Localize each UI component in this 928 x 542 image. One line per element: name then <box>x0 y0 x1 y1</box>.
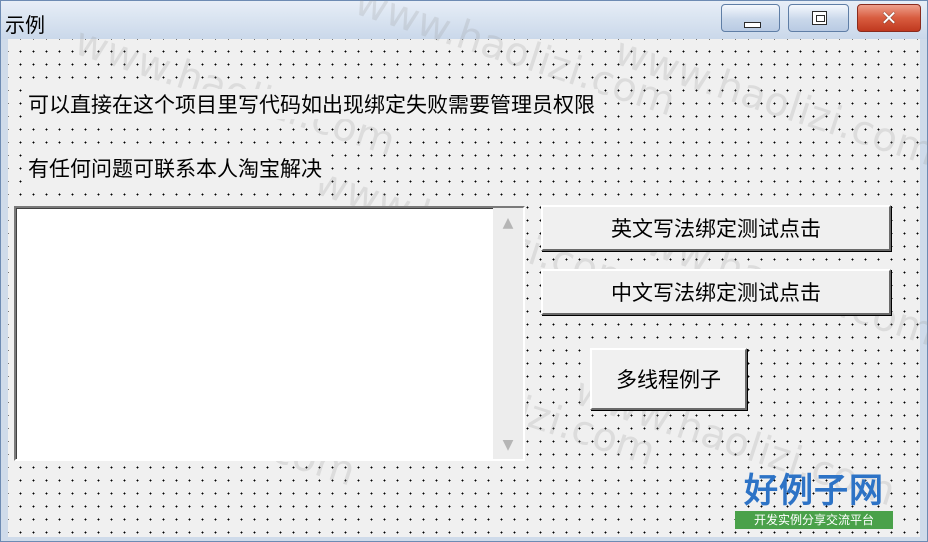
form-client-area: www.haolizi.com www.haolizi.com www.haol… <box>8 0 928 537</box>
minimize-button[interactable] <box>721 4 780 32</box>
english-bind-test-button[interactable]: 英文写法绑定测试点击 <box>541 205 891 251</box>
window-title: 示例 <box>5 13 45 37</box>
maximize-button[interactable] <box>788 4 849 32</box>
minimize-icon <box>744 22 761 28</box>
main-window: 示例 ✕ www.haolizi.com www.haolizi.com www… <box>0 0 928 542</box>
multithread-example-button[interactable]: 多线程例子 <box>590 348 747 410</box>
scroll-down-icon[interactable]: ▼ <box>499 437 517 453</box>
info-label-contact: 有任何问题可联系本人淘宝解决 <box>25 153 325 183</box>
maximize-icon <box>812 11 827 25</box>
site-logo-watermark: 好例子网 开发实例分享交流平台 <box>735 471 893 529</box>
logo-title: 好例子网 <box>744 471 884 511</box>
output-textbox[interactable] <box>14 206 525 461</box>
close-icon: ✕ <box>880 6 898 30</box>
scroll-up-icon[interactable]: ▲ <box>499 215 517 231</box>
info-label-admin: 可以直接在这个项目里写代码如出现绑定失败需要管理员权限 <box>25 89 598 119</box>
textbox-scrollbar[interactable]: ▲ ▼ <box>493 208 523 459</box>
title-bar[interactable]: 示例 ✕ <box>1 1 927 39</box>
logo-subtitle: 开发实例分享交流平台 <box>735 511 893 529</box>
chinese-bind-test-button[interactable]: 中文写法绑定测试点击 <box>541 269 891 315</box>
watermark-text: www.haolizi.com <box>609 28 928 176</box>
close-button[interactable]: ✕ <box>857 4 921 32</box>
